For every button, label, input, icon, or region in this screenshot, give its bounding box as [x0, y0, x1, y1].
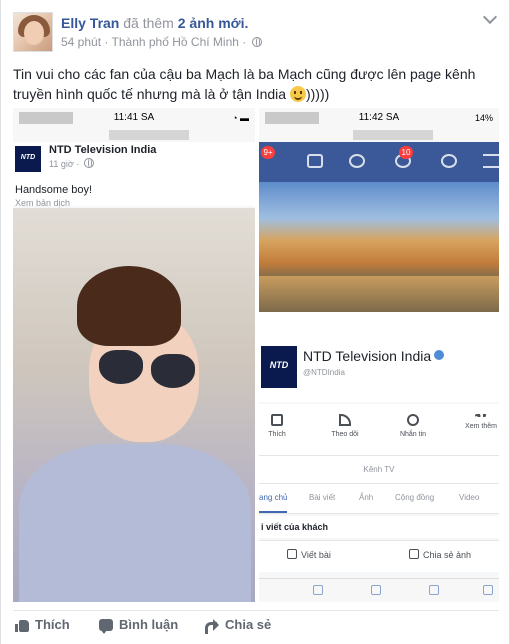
rss-icon [339, 414, 351, 426]
status-time: 11:42 SA [358, 112, 400, 123]
post-time[interactable]: 54 phút [61, 35, 101, 49]
photo-left[interactable]: 11:41 SA ◔ ▬ NTD NTD Television India 11… [13, 108, 257, 602]
photo-right[interactable]: 11:42 SA 14% 9+ 10 NTD NTD Television In… [259, 108, 499, 602]
visitor-posts-heading: i viết của khách [259, 516, 499, 538]
url-bar [13, 128, 255, 142]
ntd-logo: NTD [261, 346, 297, 388]
more-icon [475, 414, 487, 418]
kid-hair [77, 266, 181, 346]
sunglasses-lens-left [99, 350, 143, 384]
feed-post: Elly Tran đã thêm 2 ảnh mới. 54 phút · T… [0, 0, 510, 644]
chevron-down-icon[interactable] [482, 9, 498, 25]
post-meta: 54 phút · Thành phố Hồ Chí Minh · [61, 35, 262, 49]
channel-category: Kênh TV [259, 456, 499, 484]
verified-icon [434, 350, 445, 360]
post-text-suffix: ))))) [305, 86, 330, 102]
comment-icon [99, 618, 113, 634]
friends-icon [307, 154, 323, 168]
tab-posts: Bài viết [309, 493, 336, 502]
photos-link[interactable]: 2 ảnh mới. [178, 15, 249, 31]
avatar-face [24, 21, 44, 45]
kid-shirt [19, 444, 251, 602]
author-name[interactable]: Elly Tran [61, 15, 119, 31]
globe-badge: 10 [399, 146, 413, 159]
cover-water [259, 276, 499, 312]
share-sheet-icon [371, 585, 381, 595]
share-button[interactable]: Chia sẻ [205, 617, 272, 634]
edit-icon [287, 549, 297, 559]
signal-icon: ◔ ▬ [232, 113, 249, 123]
tab-video: Video [459, 493, 480, 502]
tabs-icon [483, 585, 493, 595]
photo-grid: 11:41 SA ◔ ▬ NTD NTD Television India 11… [13, 108, 499, 602]
url-bar [259, 128, 499, 142]
message-icon [407, 414, 419, 426]
card-header: NTD NTD Television India 11 giờ · [13, 142, 255, 180]
status-bar: 11:41 SA ◔ ▬ [13, 108, 255, 128]
active-tab-underline [259, 511, 287, 513]
meta-separator: · [104, 35, 109, 49]
camera-icon [409, 549, 419, 559]
card-time: 11 giờ · [49, 158, 94, 169]
cover-photo [259, 182, 499, 312]
card-page-name: NTD Television India [49, 144, 157, 156]
blurred-url [108, 130, 189, 140]
tab-home: ang chủ [259, 493, 288, 502]
smiley-emoji-icon [289, 86, 306, 102]
like-icon [15, 618, 29, 632]
status-bar: 11:42 SA 14% [259, 108, 499, 128]
globe-icon[interactable] [251, 37, 262, 47]
page-name: NTD Television India [303, 348, 445, 364]
write-post-button: Viết bài [287, 549, 331, 560]
page-more-action: Xem thêm [451, 414, 499, 430]
page-profile: NTD NTD Television India @NTDIndia [259, 312, 499, 402]
page-follow-action: Theo dõi [315, 414, 375, 438]
actions-divider [13, 610, 499, 611]
status-time: 11:41 SA [113, 112, 155, 123]
page-handle: @NTDIndia [303, 368, 345, 377]
blurred-carrier [19, 112, 73, 124]
ntd-logo: NTD [15, 146, 41, 172]
like-label: Thích [35, 617, 70, 632]
back-icon [313, 585, 323, 595]
card-body: Handsome boy! Xem bản dịch [13, 180, 255, 208]
fb-nav-bar: 9+ 10 [259, 142, 499, 182]
sunglasses-lens-right [151, 354, 195, 388]
like-button[interactable]: Thích [15, 617, 70, 632]
avatar[interactable] [13, 12, 53, 52]
card-caption: Handsome boy! [15, 184, 93, 196]
post-location[interactable]: Thành phố Hồ Chí Minh [112, 35, 239, 49]
battery-level: 14% [474, 113, 493, 123]
post-text-body: Tin vui cho các fan của cậu ba Mạch là b… [13, 66, 476, 102]
tab-photos: Ảnh [359, 493, 374, 502]
share-label: Chia sẻ [225, 617, 272, 632]
comment-label: Bình luận [119, 617, 179, 632]
blurred-url [353, 130, 434, 140]
menu-icon [483, 154, 499, 168]
post-text: Tin vui cho các fan của cậu ba Mạch là b… [13, 64, 499, 104]
tab-community: Cộng đồng [395, 493, 435, 502]
comment-button[interactable]: Bình luận [99, 617, 179, 634]
like-icon [271, 414, 283, 426]
page-like-action: Thích [259, 414, 307, 438]
author-line: Elly Tran đã thêm 2 ảnh mới. [61, 14, 248, 32]
notification-badge: 9+ [261, 146, 275, 159]
boy-photo [13, 208, 255, 602]
bookmarks-icon [429, 585, 439, 595]
page-message-action: Nhắn tin [383, 414, 443, 438]
post-actions: Thích Bình luận Chia sẻ [13, 614, 499, 640]
page-tabs: ang chủ Bài viết Ảnh Cộng đồng Video [259, 484, 499, 514]
share-photo-button: Chia sẻ ảnh [409, 549, 471, 560]
globe-icon [83, 158, 94, 168]
search-icon [441, 154, 457, 168]
blurred-carrier [265, 112, 319, 124]
messenger-icon [349, 154, 365, 168]
see-translation: Xem bản dịch [15, 198, 71, 208]
composer: Viết bài Chia sẻ ảnh [259, 540, 499, 572]
meta-separator: · [242, 35, 247, 49]
page-actions: Thích Theo dõi Nhắn tin Xem thêm [259, 404, 499, 456]
browser-toolbar [259, 578, 499, 602]
author-action: đã thêm [123, 15, 174, 31]
share-icon [205, 618, 219, 634]
